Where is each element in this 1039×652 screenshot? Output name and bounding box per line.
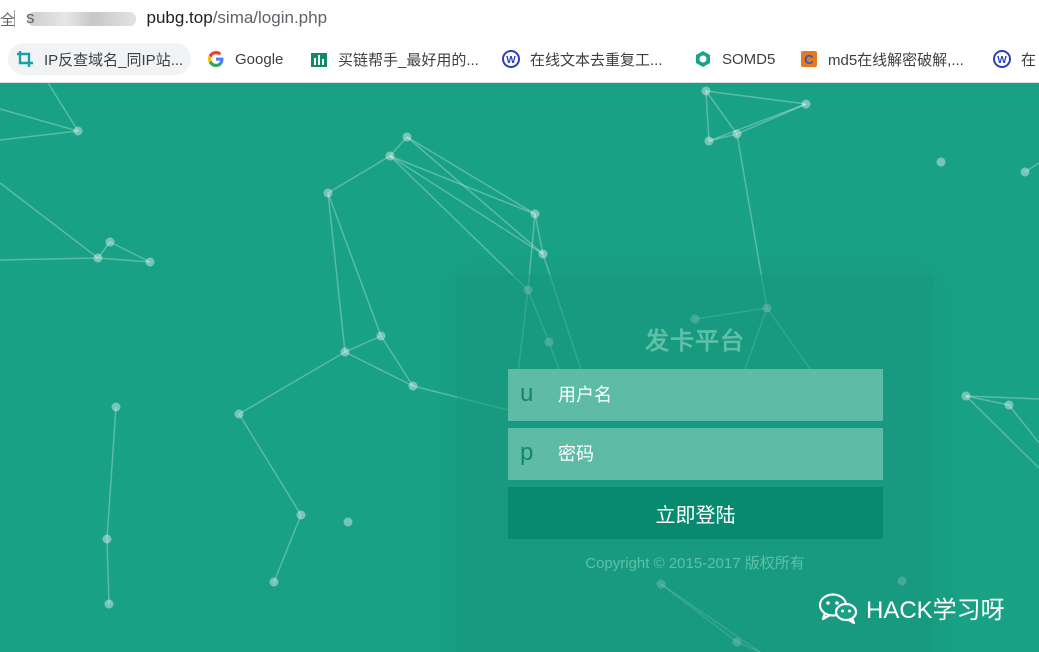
bookmark-label: md5在线解密破解,... [828, 51, 964, 69]
cmd5-icon: C [800, 50, 818, 68]
url-host: pubg.top [146, 8, 213, 27]
bookmark-somd5[interactable]: SOMD5 [686, 43, 783, 75]
login-title: 发卡平台 [645, 328, 745, 355]
address-bar[interactable]: 全 s pubg.top/sima/login.php [0, 0, 1039, 37]
bookmark-overflow[interactable]: W 在 [985, 43, 1039, 75]
password-prefix: p [520, 439, 534, 466]
username-field[interactable]: u [508, 369, 883, 421]
bookmark-md5-decrypt[interactable]: C md5在线解密破解,... [792, 43, 972, 75]
baidu-tool-icon: W [993, 50, 1011, 68]
bookmark-label: IP反查域名_同IP站... [44, 51, 184, 69]
baidu-tool-icon: W [502, 50, 520, 68]
security-indicator-icon[interactable]: 全 [0, 9, 15, 30]
url-text[interactable]: s pubg.top/sima/login.php [26, 8, 327, 28]
url-prefix: s [26, 8, 35, 27]
bookmark-label: 买链帮手_最好用的... [338, 51, 479, 69]
bookmark-label: 在线文本去重复工... [530, 51, 663, 69]
somd5-icon [694, 50, 712, 68]
wechat-icon [818, 592, 858, 624]
bookmark-label: Google [235, 50, 284, 68]
login-page: 发卡平台 u p 立即登陆 Copyright © 2015-2017 版权所有… [0, 83, 1039, 652]
copyright-text: Copyright © 2015-2017 版权所有 [585, 555, 805, 572]
address-divider [14, 10, 15, 27]
url-path: /sima/login.php [212, 8, 328, 27]
bookmark-text-dedupe[interactable]: W 在线文本去重复工... [494, 43, 671, 75]
bookmark-google[interactable]: Google [199, 43, 291, 75]
username-prefix: u [520, 380, 534, 407]
watermark: HACK学习呀 [818, 590, 1005, 625]
svg-text:C: C [804, 52, 814, 67]
bookmark-label: 在 [1021, 51, 1037, 69]
bookmark-label: SOMD5 [722, 50, 776, 68]
password-input[interactable] [558, 428, 873, 480]
crop-icon [16, 50, 34, 68]
google-icon [207, 50, 225, 68]
login-button[interactable]: 立即登陆 [508, 487, 883, 539]
bookmark-link-helper[interactable]: 买链帮手_最好用的... [302, 43, 487, 75]
bookmarks-bar: IP反查域名_同IP站... Google 买链帮手_最好用的... W 在线文… [0, 37, 1039, 83]
svg-text:W: W [506, 55, 516, 66]
bookmark-ip-reverse[interactable]: IP反查域名_同IP站... [8, 43, 192, 75]
username-input[interactable] [558, 369, 873, 421]
svg-text:W: W [997, 55, 1007, 66]
password-field[interactable]: p [508, 428, 883, 480]
chart-icon [310, 50, 328, 68]
watermark-text: HACK学习呀 [866, 597, 1005, 624]
